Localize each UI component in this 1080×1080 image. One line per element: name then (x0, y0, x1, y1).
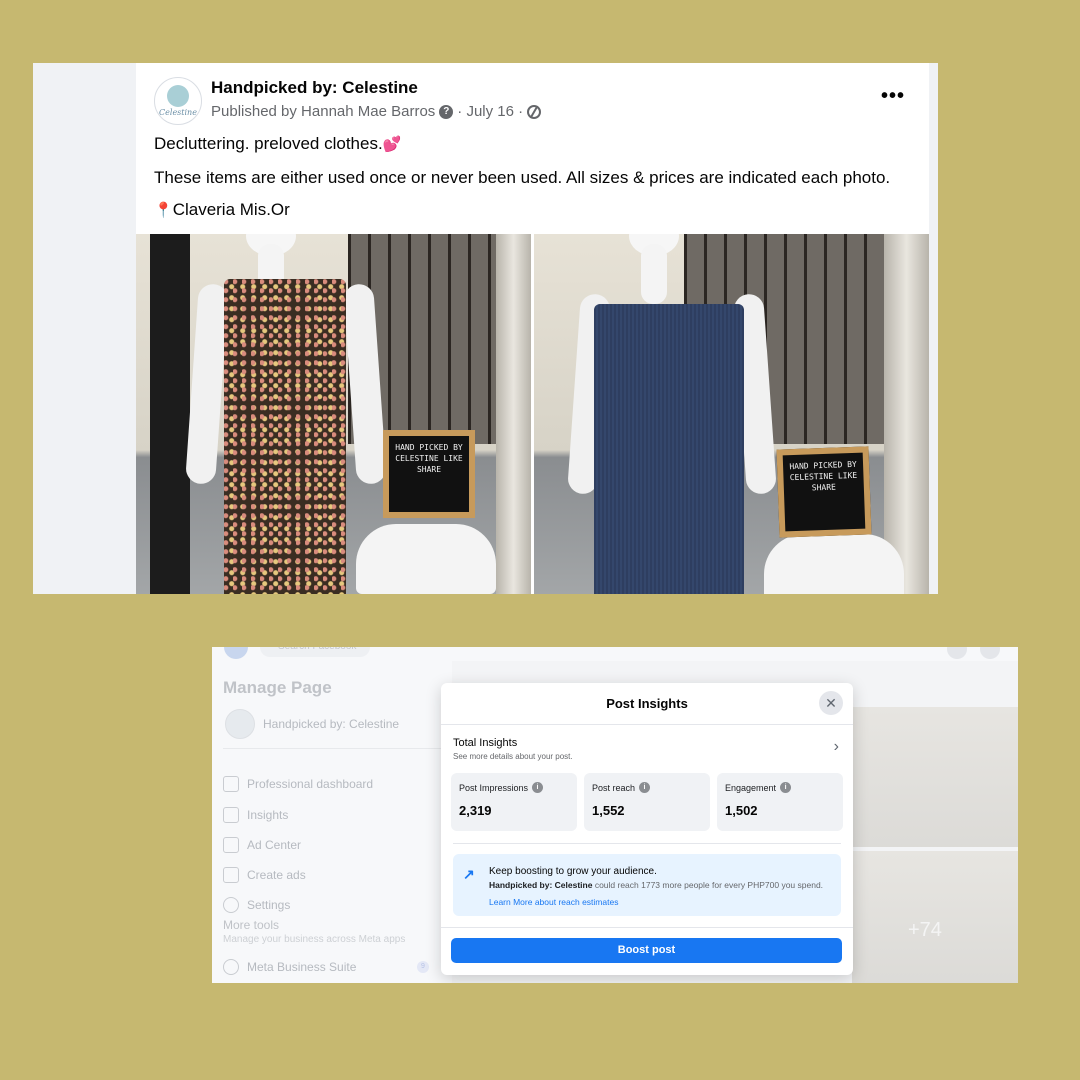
reach-estimates-link[interactable]: Learn More about reach estimates (489, 897, 618, 907)
megaphone-icon (223, 837, 239, 853)
floral-jumpsuit (224, 279, 346, 594)
sidebar-item-professional-dashboard[interactable]: Professional dashboard (223, 776, 373, 792)
post-text-line1: Decluttering. preloved clothes.💕 (154, 134, 401, 154)
sidebar-item-label: Insights (247, 808, 289, 822)
sidebar-item-insights[interactable]: Insights (223, 807, 288, 823)
sidebar-item-label: Meta Business Suite (247, 960, 357, 974)
metric-label-row: Engagement i (725, 782, 792, 793)
boost-tip-page-name: Handpicked by: Celestine (489, 880, 593, 890)
metric-value: 2,319 (459, 803, 492, 818)
chevron-right-icon[interactable]: › (834, 738, 839, 756)
post-text-line2: These items are either used once or neve… (154, 168, 891, 187)
page-name-link[interactable]: Handpicked by: Celestine (211, 78, 418, 98)
modal-divider (441, 724, 853, 725)
location-text: Claveria Mis.Or (172, 200, 290, 219)
letter-board-2: HAND PICKED BY CELESTINE LIKE SHARE (776, 446, 872, 538)
total-insights-subtext: See more details about your post. (453, 752, 573, 761)
boost-tip-heading: Keep boosting to grow your audience. (489, 866, 657, 877)
sidebar-item-label: Create ads (247, 868, 306, 882)
letter-board-1: HAND PICKED BY CELESTINE LIKE SHARE (383, 430, 475, 518)
metric-label-row: Post Impressions i (459, 782, 544, 793)
info-icon[interactable]: i (532, 782, 544, 793)
sidebar-item-label: Ad Center (247, 838, 302, 852)
post-photo-denim[interactable]: HAND PICKED BY CELESTINE LIKE SHARE (534, 234, 929, 594)
gear-icon (223, 897, 239, 913)
globe-icon[interactable] (527, 104, 542, 119)
page-avatar[interactable]: Celestine (154, 77, 202, 125)
avatar-script-text: Celestine (159, 108, 197, 117)
search-input[interactable]: Search Facebook (260, 647, 370, 657)
sidebar-item-label: Settings (247, 898, 291, 912)
sidebar-item-ad-center[interactable]: Ad Center (223, 837, 301, 853)
letter-board-1-text: HAND PICKED BY CELESTINE LIKE SHARE (395, 443, 463, 474)
info-icon[interactable]: i (780, 782, 792, 793)
post-screenshot: Celestine Handpicked by: Celestine Publi… (33, 63, 938, 594)
facebook-topbar: Search Facebook (212, 647, 1018, 661)
metric-post-reach: Post reach i 1,552 (584, 773, 710, 831)
metric-value: 1,552 (592, 803, 625, 818)
metric-label-row: Post reach i (592, 782, 651, 793)
post-text-line1-text: Decluttering. preloved clothes. (154, 134, 383, 153)
more-options-icon[interactable]: ••• (881, 85, 905, 108)
hearts-emoji-icon: 💕 (382, 136, 402, 153)
pin-emoji-icon: 📍 (154, 202, 173, 219)
sidebar-page[interactable]: Handpicked by: Celestine (225, 709, 399, 739)
boost-tip-panel: ↗ Keep boosting to grow your audience. H… (453, 854, 841, 916)
meta-business-suite-icon (223, 959, 239, 975)
modal-title: Post Insights (606, 696, 688, 711)
post-text-line3: 📍Claveria Mis.Or (154, 200, 290, 220)
sidebar-item-label: Professional dashboard (247, 777, 374, 791)
sidebar-item-settings[interactable]: Settings (223, 897, 290, 913)
trending-up-icon: ↗ (463, 866, 475, 882)
dashboard-icon (223, 776, 239, 792)
sidebar-page-name: Handpicked by: Celestine (263, 717, 400, 731)
post-photo-floral[interactable]: HAND PICKED BY CELESTINE LIKE SHARE (136, 234, 531, 594)
metric-value: 1,502 (725, 803, 758, 818)
menu-icon[interactable] (947, 647, 967, 659)
more-photos-count[interactable]: +74 (908, 919, 942, 942)
published-by-text[interactable]: Published by Hannah Mae Barros (211, 103, 435, 120)
sidebar-divider (223, 748, 443, 749)
metric-label: Post Impressions (459, 782, 529, 793)
metric-post-impressions: Post Impressions i 2,319 (451, 773, 577, 831)
metric-engagement: Engagement i 1,502 (717, 773, 843, 831)
facebook-logo-icon[interactable] (224, 647, 248, 659)
metric-label: Engagement (725, 782, 777, 793)
notification-badge: 9 (417, 961, 429, 973)
metric-label: Post reach (592, 782, 636, 793)
manage-page-sidebar: Manage Page Handpicked by: Celestine Pro… (212, 661, 452, 983)
more-tools-heading: More tools (223, 918, 280, 932)
modal-divider (441, 927, 853, 928)
sidebar-avatar (225, 709, 255, 739)
info-icon[interactable]: i (639, 782, 651, 793)
sidebar-item-meta-business-suite[interactable]: Meta Business Suite (223, 959, 356, 975)
sidebar-title: Manage Page (223, 678, 332, 697)
boost-post-button[interactable]: Boost post (451, 938, 842, 963)
boost-tip-description: Handpicked by: Celestine could reach 177… (489, 880, 823, 890)
modal-divider (453, 843, 841, 844)
avatar-logo-icon (167, 85, 189, 107)
denim-jumpsuit (594, 304, 744, 594)
account-icon[interactable] (980, 647, 1000, 659)
insights-icon (223, 807, 239, 823)
pencil-icon (223, 867, 239, 883)
post-date[interactable]: · July 16 · (457, 103, 523, 120)
more-tools-subtext: Manage your business across Meta apps (223, 934, 406, 945)
sidebar-item-create-ads[interactable]: Create ads (223, 867, 306, 883)
total-insights-link[interactable]: Total Insights (453, 737, 517, 749)
letter-board-2-text: HAND PICKED BY CELESTINE LIKE SHARE (789, 459, 858, 493)
post-insights-modal: Post Insights ✕ Total Insights See more … (441, 683, 853, 975)
close-icon[interactable]: ✕ (819, 691, 843, 715)
boost-tip-desc-text: could reach 1773 more people for every P… (592, 880, 824, 890)
post-card: Celestine Handpicked by: Celestine Publi… (136, 63, 929, 594)
help-icon[interactable]: ? (439, 104, 454, 119)
post-meta: Published by Hannah Mae Barros ? · July … (211, 103, 542, 120)
insights-screenshot: Search Facebook Manage Page Handpicked b… (212, 647, 1018, 983)
